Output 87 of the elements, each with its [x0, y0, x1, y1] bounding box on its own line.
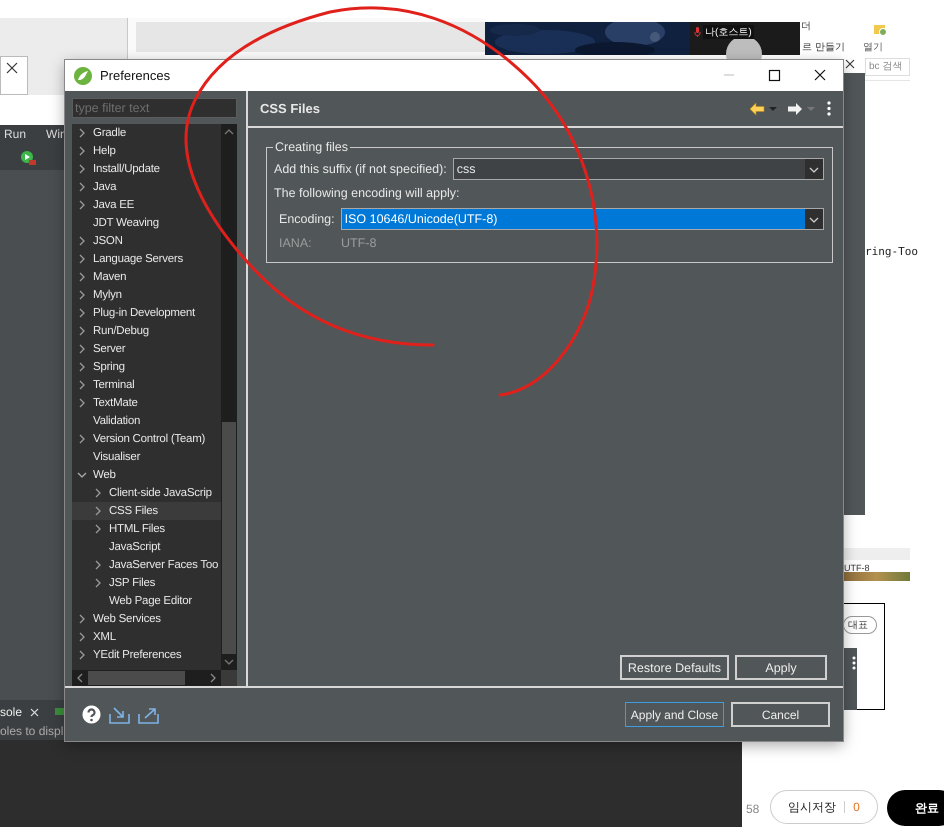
scroll-right-icon: [208, 673, 218, 683]
scroll-down-icon: [224, 657, 234, 667]
encoding-label: UTF-8: [844, 563, 870, 573]
tree-item[interactable]: Client-side JavaScrip: [72, 484, 221, 502]
tree-item[interactable]: Language Servers: [72, 250, 221, 268]
console-icon: [55, 708, 65, 718]
tree-item[interactable]: Run/Debug: [72, 322, 221, 340]
field-label: Encoding:: [279, 212, 335, 226]
save-draft-button[interactable]: 임시저장 0: [770, 790, 878, 824]
more-icon[interactable]: [852, 656, 856, 670]
vertical-scrollbar[interactable]: [221, 124, 237, 670]
close-icon[interactable]: [6, 62, 18, 74]
scrollbar: [843, 548, 910, 560]
export-icon[interactable]: [138, 706, 159, 724]
draft-count: 0: [853, 800, 860, 814]
page-title: CSS Files: [260, 101, 320, 116]
close-icon[interactable]: [814, 69, 826, 82]
horizontal-scrollbar[interactable]: [72, 670, 221, 686]
field-label: IANA:: [279, 236, 313, 250]
menu-bar: [0, 125, 65, 145]
tree-item[interactable]: Web Page Editor: [72, 592, 221, 610]
restore-defaults-button[interactable]: Restore Defaults: [620, 655, 729, 680]
time-label: 58: [746, 802, 760, 816]
console-tab[interactable]: sole: [0, 705, 22, 719]
scroll-left-icon: [75, 673, 85, 683]
tree-item[interactable]: YEdit Preferences: [72, 646, 221, 664]
close-icon[interactable]: [845, 59, 855, 69]
import-icon[interactable]: [109, 706, 130, 724]
panel-background: [0, 700, 65, 740]
tree-item[interactable]: TextMate: [72, 394, 221, 412]
search-field[interactable]: bc 검색: [865, 58, 910, 76]
tree-item[interactable]: JavaServer Faces Too: [72, 556, 221, 574]
group-title: Creating files: [274, 140, 349, 154]
tag-chip[interactable]: 대표: [843, 616, 877, 634]
tree-item[interactable]: HTML Files: [72, 520, 221, 538]
help-icon[interactable]: [82, 705, 101, 724]
tree-item[interactable]: Server: [72, 340, 221, 358]
app-icon: [73, 66, 93, 86]
code-text: ring-Too: [865, 245, 918, 258]
tree-item[interactable]: Install/Update: [72, 160, 221, 178]
tree-item[interactable]: Validation: [72, 412, 221, 430]
ribbon-label[interactable]: 르 만들기: [802, 40, 845, 54]
window-title: Preferences: [100, 68, 170, 83]
scrollbar-corner: [221, 670, 237, 686]
field-value: UTF-8: [341, 236, 376, 250]
tree-item[interactable]: Web: [72, 466, 221, 484]
tree-item[interactable]: Plug-in Development: [72, 304, 221, 322]
tree-item[interactable]: JavaScript: [72, 538, 221, 556]
tree-item[interactable]: Version Control (Team): [72, 430, 221, 448]
field-label: Add this suffix (if not specified):: [274, 162, 447, 176]
tree-item[interactable]: Spring: [72, 358, 221, 376]
tree-item[interactable]: Visualiser: [72, 448, 221, 466]
tree-item[interactable]: Web Services: [72, 610, 221, 628]
dropdown[interactable]: ISO 10646/Unicode(UTF-8): [340, 208, 824, 230]
tree-item[interactable]: JDT Weaving: [72, 214, 221, 232]
tree-item[interactable]: Mylyn: [72, 286, 221, 304]
tree-item[interactable]: Terminal: [72, 376, 221, 394]
done-button[interactable]: 완료: [887, 790, 944, 826]
more-icon[interactable]: [827, 101, 831, 116]
maximize-icon[interactable]: [768, 69, 780, 82]
participant-name: 나(호스트): [703, 25, 754, 39]
back-arrow-icon[interactable]: [749, 102, 765, 116]
microphone-icon: [694, 27, 701, 37]
ribbon-label: 더: [801, 20, 811, 33]
toolbar: [0, 145, 65, 170]
forward-arrow-icon[interactable]: [787, 102, 803, 116]
tree-item[interactable]: Java: [72, 178, 221, 196]
run-icon[interactable]: [20, 150, 36, 166]
info-text: The following encoding will apply:: [274, 186, 460, 200]
apply-and-close-button[interactable]: Apply and Close: [625, 702, 724, 727]
folder-icon: [873, 22, 887, 36]
scroll-up-icon: [224, 127, 234, 137]
tree-item[interactable]: Java EE: [72, 196, 221, 214]
tree-item[interactable]: Gradle: [72, 124, 221, 142]
cancel-button[interactable]: Cancel: [731, 702, 830, 727]
dropdown[interactable]: css: [452, 158, 824, 180]
ribbon-group-label: 열기: [863, 41, 883, 54]
tree-item[interactable]: Maven: [72, 268, 221, 286]
menu-item[interactable]: Run: [4, 127, 26, 141]
tree-item[interactable]: Help: [72, 142, 221, 160]
tree-item[interactable]: CSS Files: [72, 502, 221, 520]
tree-item[interactable]: JSON: [72, 232, 221, 250]
tree-item[interactable]: JSP Files: [72, 574, 221, 592]
console-message: oles to displ: [0, 724, 64, 738]
tree-item[interactable]: XML: [72, 628, 221, 646]
filter-field[interactable]: type filter text: [72, 98, 237, 118]
apply-button[interactable]: Apply: [735, 655, 827, 680]
